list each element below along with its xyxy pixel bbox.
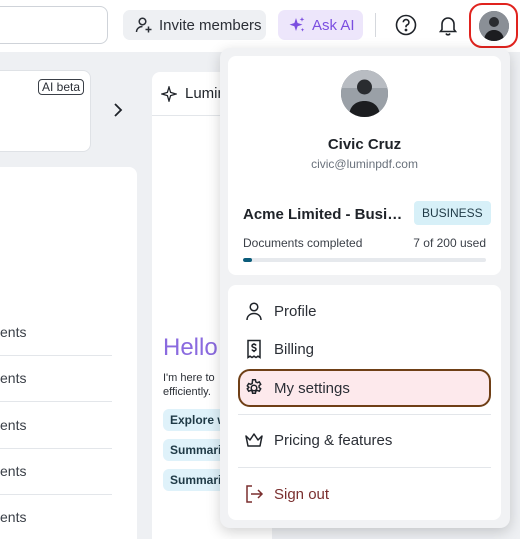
documents-panel: ents ents ents ents ents	[0, 167, 137, 539]
menu-item-label: Sign out	[274, 485, 330, 503]
menu-item-my-settings[interactable]: My settings	[238, 369, 491, 407]
list-item[interactable]: ents	[0, 310, 112, 356]
toolbar-divider	[375, 13, 376, 37]
ask-ai-label: Ask AI	[312, 16, 355, 34]
ai-beta-badge: AI beta	[37, 79, 84, 95]
list-item[interactable]: ents	[0, 356, 112, 402]
suggestion-chip[interactable]: Summari	[163, 469, 229, 491]
menu-item-pricing[interactable]: Pricing & features	[238, 423, 491, 457]
add-user-icon	[135, 17, 152, 33]
organization-name: Acme Limited - Business	[243, 206, 405, 223]
help-icon[interactable]	[394, 13, 418, 37]
menu-item-label: My settings	[274, 379, 350, 397]
sparkle-outline-icon	[161, 85, 177, 102]
user-name: Civic Cruz	[327, 136, 402, 153]
menu-divider	[238, 467, 491, 468]
organization-card[interactable]: Acme Limited - Business BUSINESS Documen…	[228, 186, 501, 275]
user-icon	[246, 302, 262, 321]
menu-item-profile[interactable]: Profile	[238, 294, 491, 328]
ask-ai-button[interactable]: Ask AI	[278, 10, 363, 40]
usage-progress-fill	[243, 258, 252, 262]
avatar-button[interactable]	[469, 3, 518, 48]
account-dropdown: Civic Cruz civic@luminpdf.com Acme Limit…	[220, 48, 510, 528]
sign-out-icon	[246, 485, 264, 503]
sparkle-icon	[289, 17, 305, 32]
top-bar: Invite members Ask AI	[0, 0, 520, 52]
menu-item-label: Pricing & features	[274, 431, 393, 449]
list-item-label: ents	[0, 509, 27, 525]
receipt-dollar-icon	[247, 339, 261, 359]
list-item[interactable]: ents	[0, 495, 112, 539]
ai-feature-card[interactable]: AI beta	[0, 70, 91, 152]
gear-icon	[246, 379, 262, 395]
suggestion-chip[interactable]: Summari	[163, 439, 229, 461]
documents-completed-label: Documents completed	[243, 236, 363, 250]
avatar	[478, 10, 509, 41]
chevron-right-icon[interactable]	[110, 100, 126, 120]
menu-item-sign-out[interactable]: Sign out	[238, 477, 491, 511]
usage-progress-bar	[243, 258, 486, 262]
invite-members-label: Invite members	[159, 16, 262, 34]
list-item[interactable]: ents	[0, 449, 112, 495]
menu-item-label: Billing	[274, 340, 315, 358]
list-item-label: ents	[0, 463, 27, 479]
list-item-label: ents	[0, 370, 27, 386]
notification-bell-icon[interactable]	[436, 13, 460, 37]
list-item[interactable]: ents	[0, 403, 112, 449]
search-input[interactable]	[0, 6, 108, 44]
plan-badge: BUSINESS	[414, 201, 491, 225]
account-menu: Profile Billing My settings Pricing & fe…	[228, 285, 501, 520]
menu-item-label: Profile	[274, 302, 317, 320]
avatar	[341, 70, 388, 117]
invite-members-button[interactable]: Invite members	[123, 10, 266, 40]
list-item-label: ents	[0, 324, 27, 340]
menu-divider	[238, 414, 491, 415]
crown-icon	[245, 433, 263, 447]
greeting-heading: Hello	[163, 334, 218, 361]
list-item-label: ents	[0, 417, 27, 433]
menu-item-billing[interactable]: Billing	[238, 332, 491, 366]
user-email: civic@luminpdf.com	[311, 157, 418, 171]
documents-count: 7 of 200 used	[413, 236, 486, 250]
